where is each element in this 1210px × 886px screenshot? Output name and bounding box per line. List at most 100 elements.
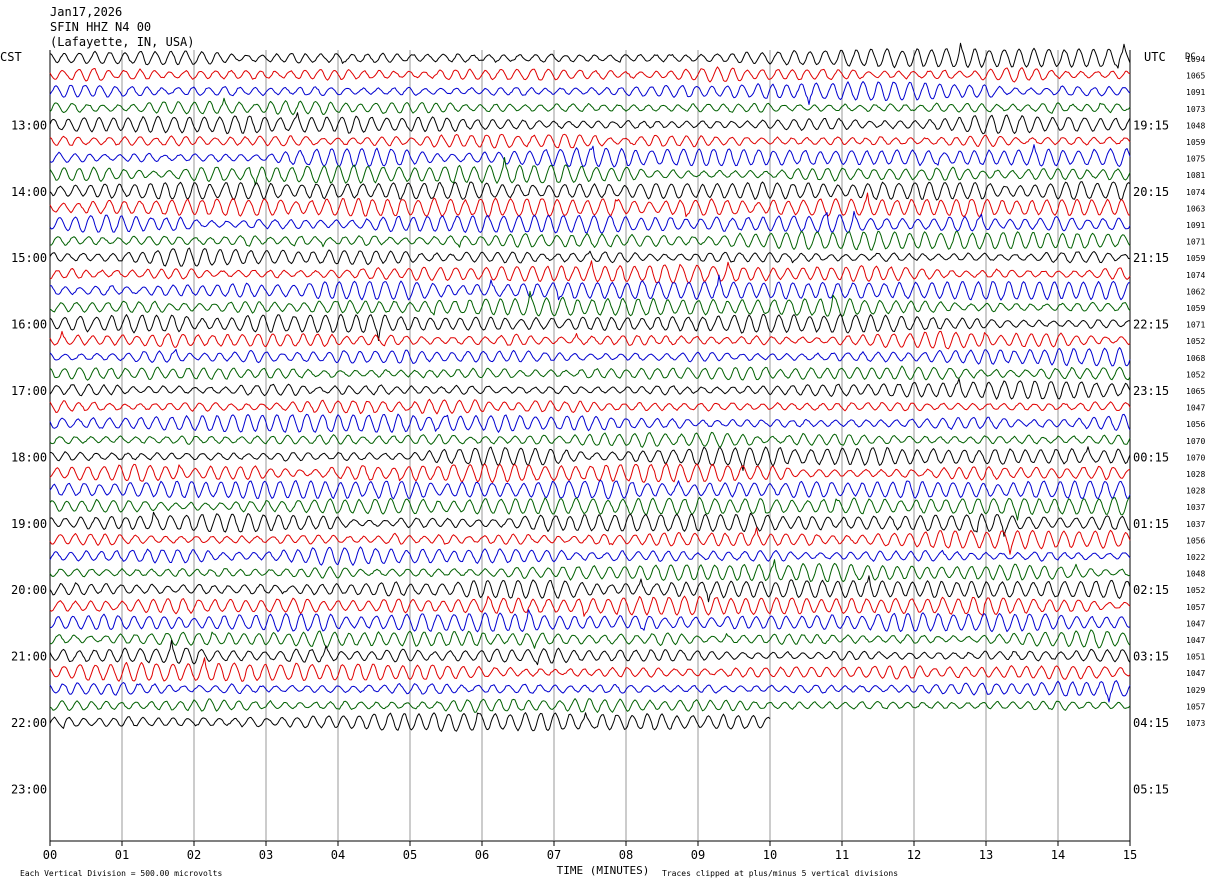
x-tick-label: 01: [115, 848, 129, 862]
dc-offset-label: 1091: [1186, 221, 1205, 230]
x-tick-label: 13: [979, 848, 993, 862]
dc-offset-label: 1029: [1186, 686, 1205, 695]
dc-offset-label: 1059: [1186, 254, 1205, 263]
dc-offset-label: 1052: [1186, 586, 1205, 595]
right-hour-label: 22:15: [1133, 318, 1169, 332]
right-hour-label: 21:15: [1133, 251, 1169, 265]
x-tick-label: 12: [907, 848, 921, 862]
dc-offset-label: 1028: [1186, 470, 1205, 479]
dc-offset-label: 1047: [1186, 404, 1205, 413]
right-hour-label: 02:15: [1133, 583, 1169, 597]
seismic-trace-row: [49, 657, 1131, 682]
seismic-trace-row: [49, 247, 1131, 267]
seismic-trace-row: [49, 546, 1131, 566]
seismic-trace-row: [49, 511, 1131, 537]
seismic-trace-row: [49, 365, 1131, 381]
seismic-trace-row: [49, 559, 1131, 583]
left-hour-label: 22:00: [11, 716, 47, 730]
dc-offset-label: 1075: [1186, 155, 1205, 164]
right-hour-label: 19:15: [1133, 118, 1169, 132]
seismic-trace-row: [49, 313, 1130, 341]
x-tick-label: 03: [259, 848, 273, 862]
left-hour-label: 23:00: [11, 782, 47, 796]
seismic-trace-row: [49, 527, 1131, 555]
dc-offset-label: 1052: [1186, 337, 1205, 346]
seismic-trace-row: [49, 81, 1131, 105]
x-axis-title: TIME (MINUTES): [557, 864, 650, 877]
dc-offset-label: 1071: [1186, 321, 1205, 330]
left-axis-label: CST: [0, 50, 22, 64]
seismic-trace-row: [49, 330, 1131, 350]
seismic-trace-row: [49, 181, 1131, 201]
dc-offset-label: 1048: [1186, 570, 1205, 579]
x-tick-label: 04: [331, 848, 345, 862]
dc-offset-label: 1068: [1186, 354, 1205, 363]
seismic-trace-row: [49, 698, 1131, 713]
x-tick-label: 02: [187, 848, 201, 862]
dc-offset-label: 1073: [1186, 719, 1205, 728]
seismic-trace-row: [49, 479, 1131, 500]
dc-offset-label: 1065: [1186, 72, 1205, 81]
dc-offset-label: 1047: [1186, 669, 1205, 678]
x-tick-label: 15: [1123, 848, 1137, 862]
left-hour-label: 18:00: [11, 450, 47, 464]
seismic-trace-row: [49, 595, 1131, 617]
dc-offset-label: 1047: [1186, 619, 1205, 628]
dc-offset-label: 1057: [1186, 702, 1205, 711]
x-tick-label: 05: [403, 848, 417, 862]
dc-offset-label: 1028: [1186, 487, 1205, 496]
seismic-trace-row: [49, 260, 1131, 284]
left-hour-label: 13:00: [11, 118, 47, 132]
seismic-trace-row: [49, 97, 1131, 116]
right-hour-label: 01:15: [1133, 517, 1169, 531]
seismic-trace-row: [50, 230, 1131, 251]
x-tick-label: 00: [43, 848, 57, 862]
dc-offset-label: 1037: [1186, 520, 1205, 529]
right-hour-label: 03:15: [1133, 650, 1169, 664]
dc-offset-label: 1059: [1186, 304, 1205, 313]
dc-offset-label: 1081: [1186, 171, 1205, 180]
x-tick-label: 07: [547, 848, 561, 862]
dc-offset-label: 1071: [1186, 238, 1205, 247]
seismic-trace-row: [49, 639, 1131, 666]
seismic-trace-row: [49, 398, 1131, 415]
dc-offset-label: 1037: [1186, 503, 1205, 512]
seismic-trace-row: [49, 133, 1131, 149]
dc-offset-label: 1057: [1186, 603, 1205, 612]
dc-offset-label: 1065: [1186, 387, 1205, 396]
left-hour-label: 20:00: [11, 583, 47, 597]
dc-offset-label: 1062: [1186, 287, 1205, 296]
x-tick-label: 09: [691, 848, 705, 862]
seismic-trace-row: [49, 144, 1131, 168]
x-tick-label: 10: [763, 848, 777, 862]
right-hour-label: 04:15: [1133, 716, 1169, 730]
seismic-trace-row: [49, 274, 1131, 301]
left-hour-label: 14:00: [11, 185, 47, 199]
right-axis-label: UTC: [1144, 50, 1166, 64]
traces: [49, 42, 1131, 732]
dc-offset-label: 1056: [1186, 536, 1205, 545]
seismic-trace-row: [49, 609, 1131, 633]
seismic-trace-row: [49, 42, 1131, 69]
location-title: (Lafayette, IN, USA): [50, 35, 195, 49]
seismic-trace-row: [49, 629, 1131, 649]
seismic-trace-row: [49, 66, 1131, 83]
dc-offset-label: 1073: [1186, 105, 1205, 114]
seismic-trace-row: [49, 431, 1131, 448]
seismic-trace-row: [49, 413, 1131, 433]
right-hour-label: 05:15: [1133, 782, 1169, 796]
x-tick-label: 08: [619, 848, 633, 862]
dc-offset-label: 1070: [1186, 453, 1205, 462]
helicorder-plot: Jan17,2026 SFIN HHZ N4 00 (Lafayette, IN…: [0, 5, 1205, 878]
scale-note: Each Vertical Division = 500.00 microvol…: [20, 869, 222, 878]
x-tick-label: 14: [1051, 848, 1065, 862]
dc-offset-label: 1074: [1186, 188, 1205, 197]
date-title: Jan17,2026: [50, 5, 122, 19]
clip-note: Traces clipped at plus/minus 5 vertical …: [662, 869, 898, 878]
dc-offset-label: 1022: [1186, 553, 1205, 562]
seismic-trace-row: [49, 112, 1131, 135]
right-hour-label: 20:15: [1133, 185, 1169, 199]
seismic-trace-row: [49, 575, 1131, 603]
left-hour-label: 16:00: [11, 318, 47, 332]
right-hour-label: 00:15: [1133, 450, 1169, 464]
